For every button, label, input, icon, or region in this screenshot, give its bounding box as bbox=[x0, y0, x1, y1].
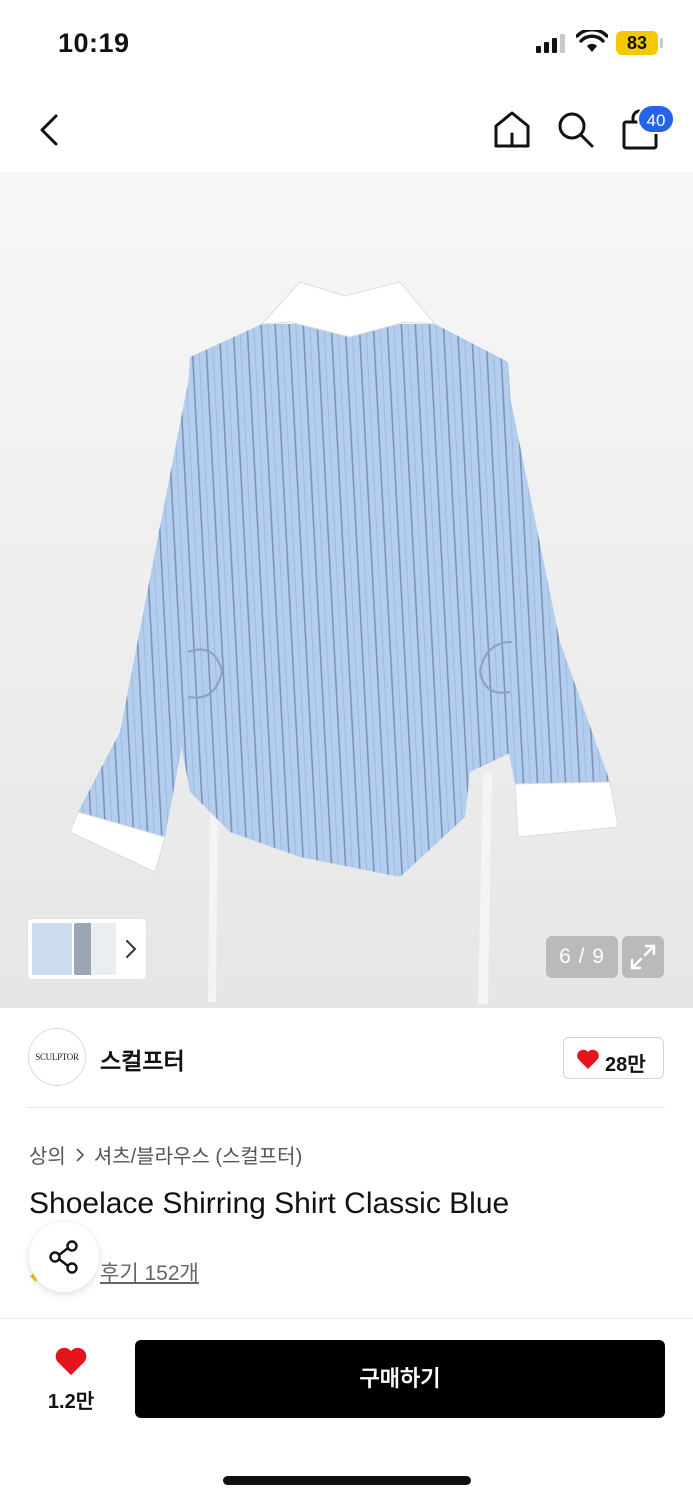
back-icon[interactable] bbox=[32, 110, 68, 150]
heart-icon bbox=[577, 1049, 599, 1069]
wishlist-count: 1.2만 bbox=[47, 1391, 95, 1413]
breadcrumb-item[interactable]: 셔츠/블라우스 (스컬프터) bbox=[94, 1140, 302, 1169]
image-counter: 6 / 9 bbox=[546, 936, 618, 978]
status-bar: 10:19 83 bbox=[0, 0, 693, 88]
home-icon[interactable] bbox=[491, 108, 533, 150]
share-icon bbox=[49, 1240, 78, 1274]
cart-count-badge: 40 bbox=[637, 104, 675, 134]
review-link[interactable]: 후기 152개 bbox=[100, 1257, 199, 1287]
product-image bbox=[69, 281, 619, 1004]
wishlist-button[interactable]: 1.2만 bbox=[38, 1345, 104, 1415]
thumbnail-image[interactable] bbox=[32, 923, 72, 975]
product-image-gallery[interactable]: 6 / 9 bbox=[0, 172, 693, 1008]
brand-logo[interactable]: SCULPTOR bbox=[28, 1028, 86, 1086]
brand-like-count: 28만 bbox=[605, 1054, 646, 1076]
top-nav bbox=[0, 88, 693, 172]
brand-like-button[interactable]: 28만 bbox=[563, 1037, 664, 1079]
share-button[interactable] bbox=[29, 1222, 99, 1292]
expand-icon[interactable] bbox=[622, 936, 664, 978]
wifi-icon bbox=[576, 30, 608, 52]
chevron-right-icon bbox=[76, 1147, 84, 1162]
buy-button[interactable]: 구매하기 bbox=[135, 1340, 665, 1418]
thumbnail-image[interactable] bbox=[74, 923, 116, 975]
brand-name[interactable]: 스컬프터 bbox=[100, 1042, 185, 1076]
breadcrumb: 상의 셔츠/블라우스 (스컬프터) bbox=[29, 1140, 302, 1169]
product-title: Shoelace Shirring Shirt Classic Blue bbox=[29, 1187, 510, 1220]
divider bbox=[28, 1107, 665, 1108]
bottom-bar-divider bbox=[0, 1318, 693, 1319]
thumbnail-strip[interactable] bbox=[28, 919, 146, 979]
heart-icon bbox=[55, 1347, 87, 1376]
status-time: 10:19 bbox=[58, 28, 130, 58]
battery-indicator: 83 bbox=[616, 31, 658, 55]
battery-tip bbox=[660, 38, 663, 48]
brand-row[interactable]: SCULPTOR 스컬프터 28만 bbox=[0, 1008, 693, 1108]
home-indicator bbox=[223, 1476, 471, 1485]
search-icon[interactable] bbox=[554, 108, 596, 150]
breadcrumb-item[interactable]: 상의 bbox=[29, 1140, 66, 1169]
chevron-right-icon[interactable] bbox=[124, 937, 138, 961]
signal-icon bbox=[536, 34, 565, 53]
